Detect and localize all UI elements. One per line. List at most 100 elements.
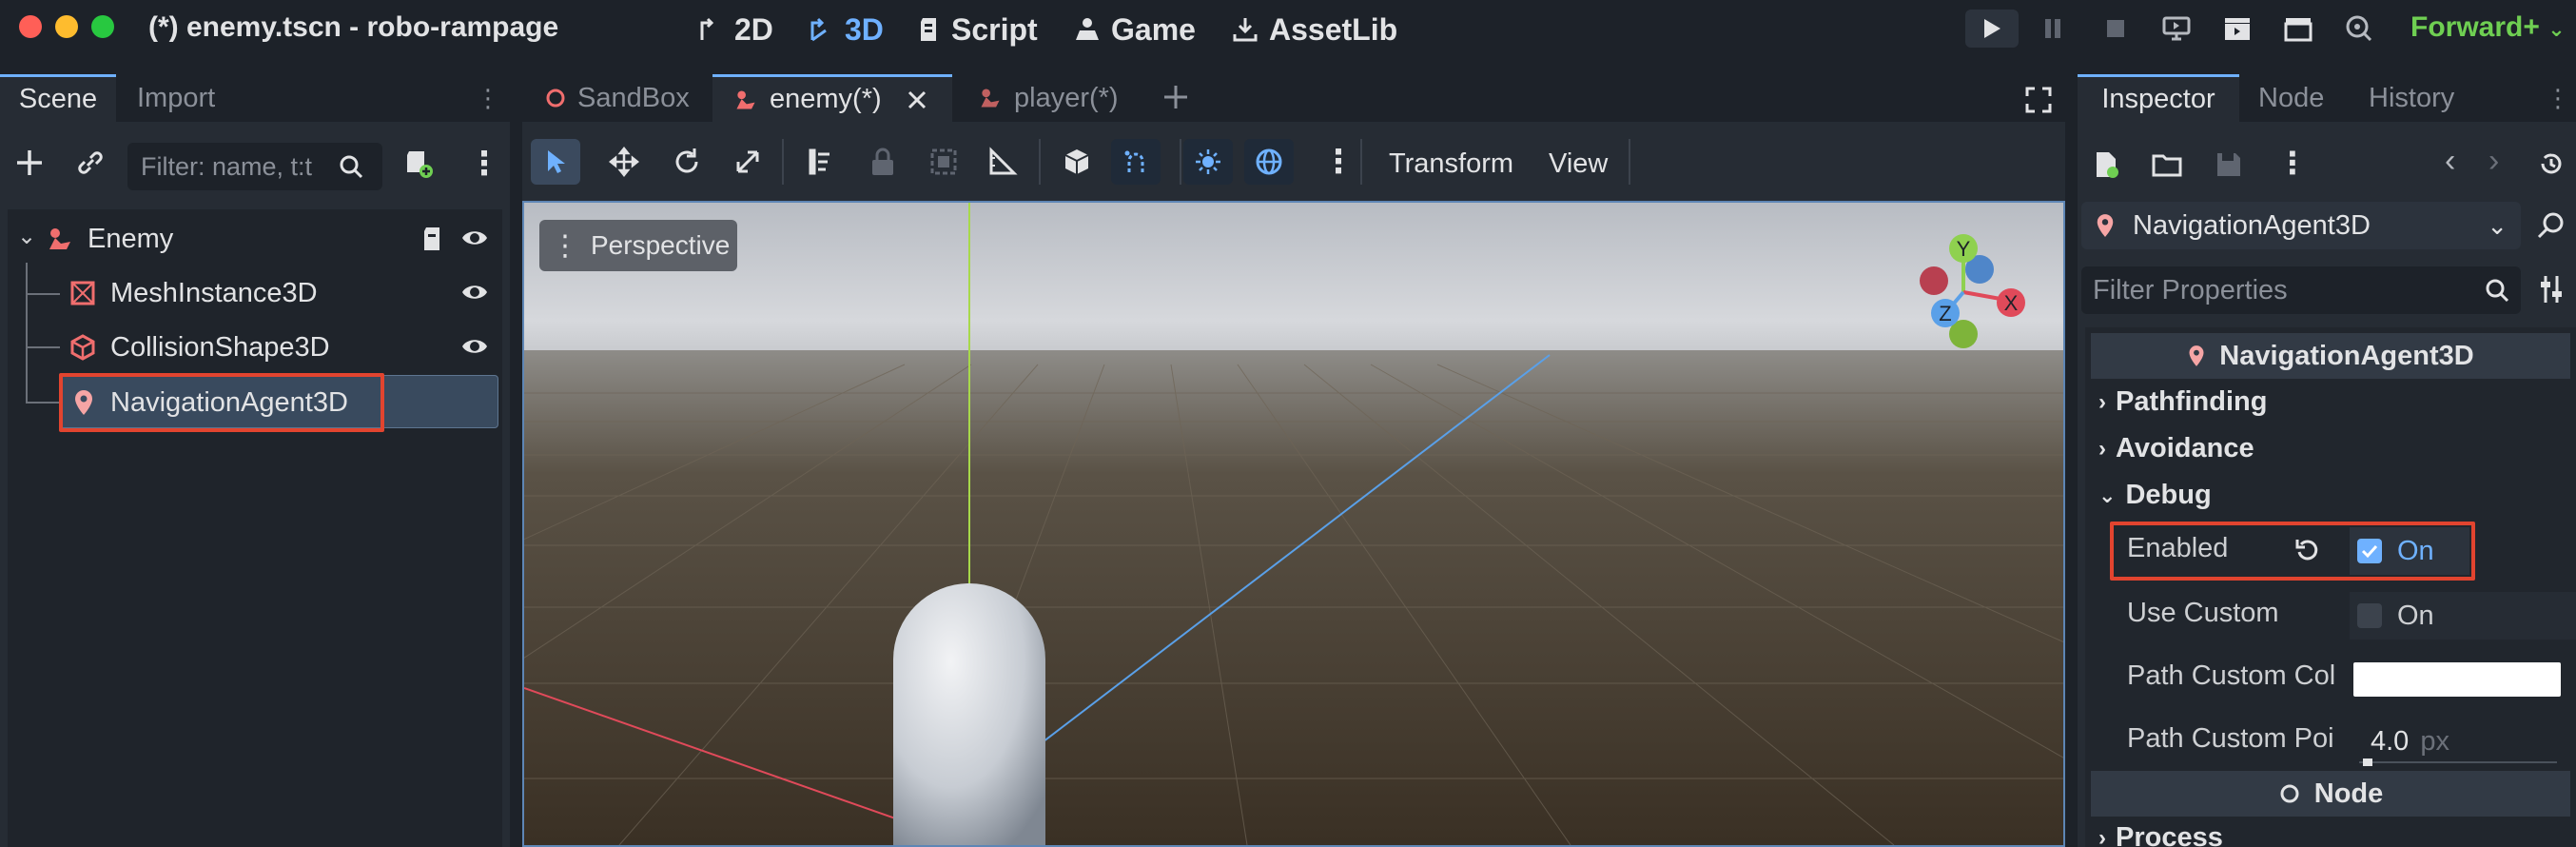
chevron-down-icon[interactable]: ⌄: [17, 223, 36, 250]
lock-button[interactable]: [869, 147, 896, 177]
tab-player[interactable]: player(*): [963, 74, 1143, 122]
dock-splitter-left[interactable]: [510, 74, 522, 847]
use-custom-checkbox[interactable]: On: [2350, 592, 2576, 640]
tab-node[interactable]: Node: [2241, 74, 2341, 122]
point-size-spinbox[interactable]: 4.0 px: [2350, 718, 2565, 765]
tab-sandbox[interactable]: SandBox: [522, 74, 711, 122]
tab-history[interactable]: History: [2352, 74, 2471, 122]
inspector-settings-button[interactable]: [2538, 274, 2565, 305]
resource-menu-icon[interactable]: ⋮: [2277, 145, 2308, 181]
play-button[interactable]: [1965, 10, 2019, 48]
view-gizmo[interactable]: Y X Z: [1894, 222, 2037, 364]
history-back-icon[interactable]: ‹: [2445, 143, 2455, 180]
plus-icon: [17, 150, 42, 175]
menu-dots-icon: ⋮: [551, 229, 579, 262]
preview-environment-button[interactable]: [1244, 139, 1294, 185]
tree-item-enemy[interactable]: ⌄ Enemy: [10, 213, 498, 265]
history-forward-icon[interactable]: ›: [2488, 143, 2499, 180]
scale-tool-button[interactable]: [732, 147, 763, 177]
dock-menu-icon[interactable]: ⋮: [2546, 84, 2570, 113]
tab-sandbox-label: SandBox: [577, 82, 690, 113]
point-size-slider-track[interactable]: [2359, 761, 2557, 763]
new-tab-button[interactable]: [1161, 82, 1191, 112]
navigation-agent-icon: [75, 390, 92, 415]
ruler-tool-button[interactable]: [987, 147, 1018, 177]
renderer-selector[interactable]: Forward+ ⌄: [2410, 11, 2566, 44]
tree-item-meshinstance3d[interactable]: MeshInstance3D: [10, 267, 498, 319]
tree-item-label: MeshInstance3D: [110, 277, 318, 308]
group-process[interactable]: › Process: [2098, 822, 2223, 847]
enemy-node-icon: [736, 89, 755, 109]
scene-filter-input[interactable]: Filter: name, t:t: [127, 143, 382, 190]
new-resource-button[interactable]: [2093, 150, 2119, 179]
expand-icon: [2025, 87, 2052, 113]
instantiate-scene-button[interactable]: [76, 148, 105, 177]
tree-item-collisionshape3d[interactable]: CollisionShape3D: [10, 322, 498, 373]
node-docs-button[interactable]: [2536, 209, 2566, 240]
point-size-value: 4.0: [2371, 725, 2410, 757]
viewport-menu-icon[interactable]: ⋮: [1322, 143, 1355, 181]
mode-2d-button[interactable]: 2D: [696, 10, 773, 49]
tab-scene[interactable]: Scene: [0, 74, 116, 122]
new-file-icon: [2097, 152, 2118, 178]
visibility-eye-icon[interactable]: [460, 335, 489, 358]
stop-button[interactable]: [2089, 10, 2142, 48]
local-space-button[interactable]: [1062, 147, 1092, 177]
movie-maker-button[interactable]: [2332, 10, 2386, 48]
group-debug[interactable]: ⌄ Debug: [2098, 480, 2212, 511]
color-picker-swatch[interactable]: [2353, 662, 2561, 697]
snap-button[interactable]: [1111, 139, 1161, 185]
close-window-button[interactable]: [19, 15, 42, 38]
distraction-free-button[interactable]: [2024, 86, 2053, 114]
enabled-checkbox[interactable]: On: [2350, 527, 2469, 575]
visibility-eye-icon[interactable]: [460, 227, 489, 249]
remote-debug-button[interactable]: [2150, 10, 2203, 48]
play-custom-scene-button[interactable]: [2272, 10, 2325, 48]
mode-assetlib-button[interactable]: AssetLib: [1231, 10, 1397, 49]
mode-3d-button[interactable]: 3D: [807, 10, 884, 49]
select-tool-button[interactable]: [531, 139, 580, 185]
save-resource-button[interactable]: [2215, 150, 2243, 179]
list-select-tool-button[interactable]: [807, 147, 837, 177]
visibility-eye-icon[interactable]: [460, 281, 489, 304]
dock-splitter-right[interactable]: [2065, 74, 2078, 847]
perspective-menu[interactable]: ⋮ Perspective: [539, 220, 737, 271]
tab-import[interactable]: Import: [120, 74, 232, 122]
group-avoidance[interactable]: › Avoidance: [2098, 433, 2254, 464]
tab-inspector[interactable]: Inspector: [2078, 74, 2239, 122]
rotate-tool-button[interactable]: [672, 147, 702, 177]
point-size-slider-grabber[interactable]: [2363, 758, 2372, 766]
load-resource-button[interactable]: [2152, 152, 2182, 177]
close-icon[interactable]: [907, 89, 927, 110]
tree-item-navigationagent3d[interactable]: NavigationAgent3D: [10, 377, 498, 428]
move-tool-button[interactable]: [609, 147, 639, 177]
mode-game-button[interactable]: Game: [1073, 10, 1196, 49]
play-scene-button[interactable]: [2211, 10, 2264, 48]
object-selector-label: NavigationAgent3D: [2133, 209, 2371, 241]
view-menu[interactable]: View: [1549, 148, 1608, 180]
gizmo-neg-x[interactable]: [1920, 266, 1948, 295]
remote-debug-icon: [2162, 16, 2191, 41]
object-history-button[interactable]: [2538, 150, 2565, 177]
filter-properties-input[interactable]: Filter Properties: [2081, 266, 2521, 314]
mode-script-button[interactable]: Script: [917, 10, 1038, 49]
minimize-window-button[interactable]: [55, 15, 78, 38]
dock-menu-icon[interactable]: ⋮: [476, 84, 500, 113]
script-icon[interactable]: [420, 225, 445, 253]
pause-button[interactable]: [2026, 10, 2079, 48]
attach-script-button[interactable]: [403, 148, 434, 179]
add-node-button[interactable]: [13, 147, 46, 179]
3d-viewport[interactable]: ⋮ Perspective Y X Z: [522, 201, 2065, 847]
transform-menu[interactable]: Transform: [1389, 148, 1513, 180]
toolbar-divider: [1039, 139, 1041, 185]
tab-enemy[interactable]: enemy(*): [712, 74, 952, 122]
group-button[interactable]: [928, 147, 959, 177]
group-pathfinding[interactable]: › Pathfinding: [2098, 386, 2267, 418]
gizmo-z-label: Z: [1939, 302, 1951, 325]
enabled-value: On: [2397, 535, 2434, 566]
scene-menu-icon[interactable]: ⋮: [468, 145, 500, 183]
maximize-window-button[interactable]: [91, 15, 114, 38]
revert-button[interactable]: [2294, 537, 2321, 563]
object-selector[interactable]: NavigationAgent3D ⌄: [2081, 202, 2521, 249]
preview-sun-button[interactable]: [1183, 139, 1233, 185]
